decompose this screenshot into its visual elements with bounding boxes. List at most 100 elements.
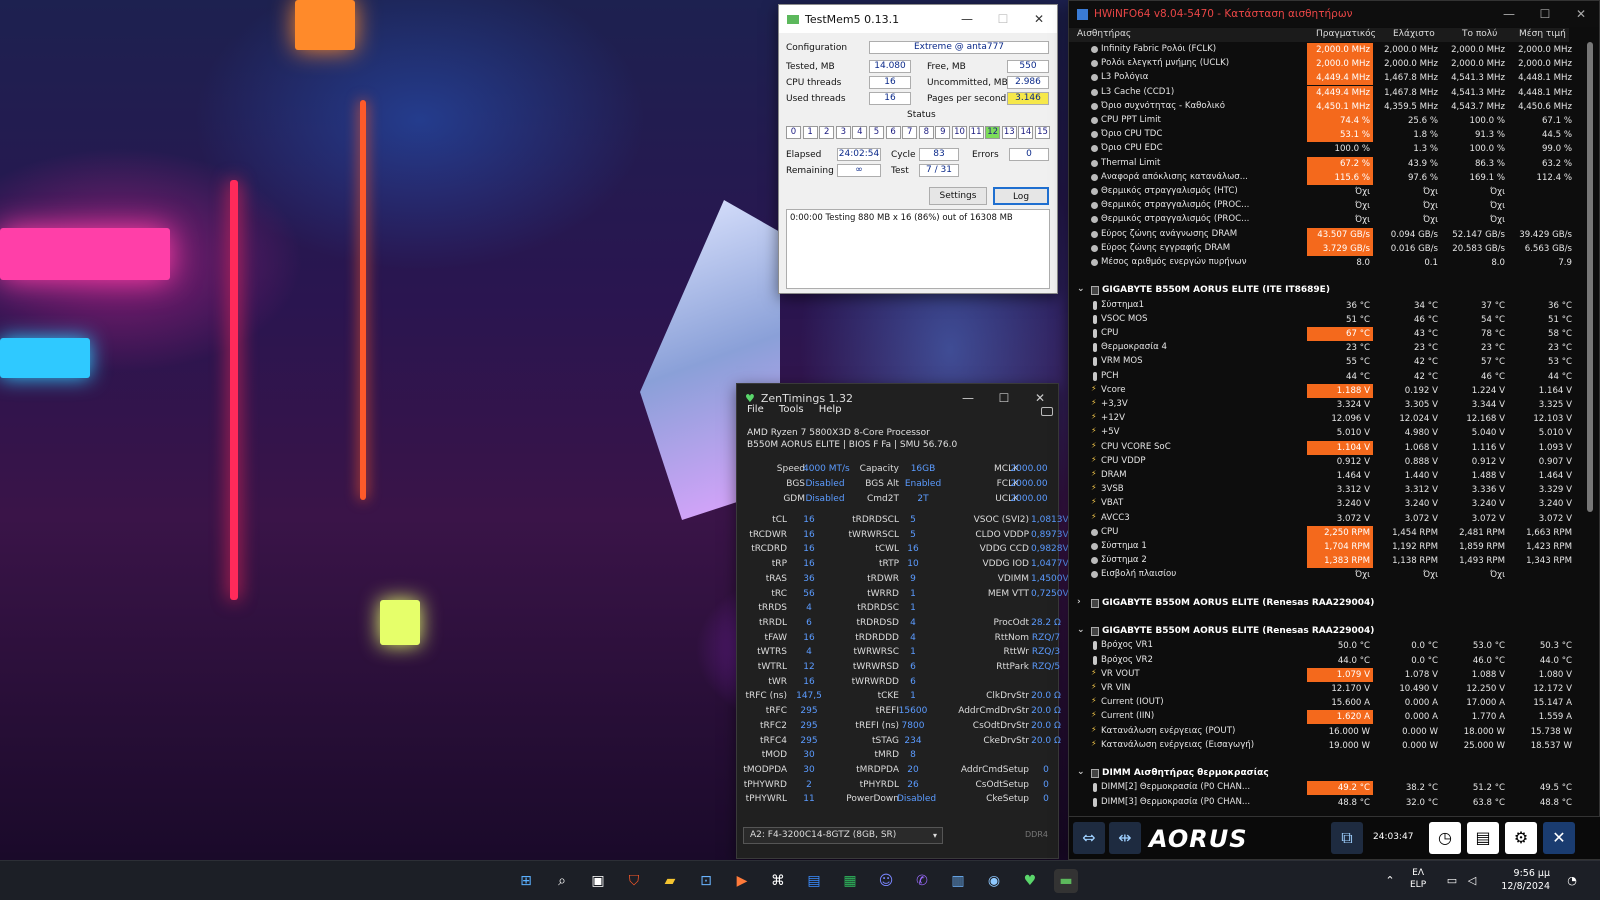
- menu-file[interactable]: File: [747, 404, 764, 415]
- file-explorer-icon[interactable]: ▰: [658, 869, 682, 893]
- hwinfo-titlebar[interactable]: HWiNFO64 v8.04-5470 - Κατάσταση αισθητήρ…: [1069, 1, 1599, 27]
- viber-icon[interactable]: ✆: [910, 869, 934, 893]
- settings-button[interactable]: Settings: [929, 187, 987, 205]
- chevron-up-icon[interactable]: ⌃: [1378, 869, 1402, 893]
- sensor-row[interactable]: Αναφορά απόκλισης κατανάλωσ... 115.6 % 97.…: [1069, 170, 1572, 185]
- clock-display[interactable]: 9:56 μμ 12/8/2024: [1494, 867, 1550, 893]
- sensor-row[interactable]: ⚡ CPU VDDP 0.912 V 0.888 V 0.912 V 0.907 V: [1069, 455, 1572, 469]
- maximize-icon[interactable]: ☐: [985, 5, 1021, 33]
- menu-help[interactable]: Help: [819, 404, 842, 415]
- notes-app-icon[interactable]: ▤: [802, 869, 826, 893]
- chevron-icon[interactable]: ⌄: [1077, 767, 1085, 777]
- task-view-icon[interactable]: ▣: [586, 869, 610, 893]
- discord-icon[interactable]: ☺: [874, 869, 898, 893]
- close-sensors-icon[interactable]: ✕: [1543, 822, 1575, 854]
- dimm-select[interactable]: A2: F4-3200C14-8GTZ (8GB, SR) ▾: [743, 827, 943, 844]
- sensor-row[interactable]: ⚡ AVCC3 3.072 V 3.072 V 3.072 V 3.072 V: [1069, 512, 1572, 526]
- expand-arrows-icon[interactable]: ⇔: [1073, 822, 1105, 854]
- col-min[interactable]: Ελάχιστο: [1393, 29, 1435, 39]
- sensor-row[interactable]: PCH 44 °C 42 °C 46 °C 44 °C: [1069, 370, 1572, 384]
- clock-icon[interactable]: ◷: [1429, 822, 1461, 854]
- minimize-icon[interactable]: —: [949, 5, 985, 33]
- sensor-row[interactable]: Εύρος ζώνης ανάγνωσης DRAM 43.507 GB/s 0.0…: [1069, 227, 1572, 242]
- sensor-row[interactable]: ⚡ Vcore 1.188 V 0.192 V 1.224 V 1.164 V: [1069, 383, 1572, 398]
- chevron-icon[interactable]: ⌄: [1077, 625, 1085, 635]
- sensor-row[interactable]: Εύρος ζώνης εγγραφής DRAM 3.729 GB/s 0.016…: [1069, 241, 1572, 256]
- sensor-row[interactable]: ⚡ Κατανάλωση ενέργειας (Εισαγωγή) 19.000 W…: [1069, 739, 1572, 753]
- game-controller-icon[interactable]: ⌘: [766, 869, 790, 893]
- sensor-row[interactable]: ⚡ Current (IOUT) 15.600 A 0.000 A 17.000 A 15…: [1069, 696, 1572, 710]
- col-avg[interactable]: Μέση τιμή: [1519, 29, 1566, 39]
- screenshot-icon[interactable]: [1041, 407, 1053, 416]
- sensor-row[interactable]: ⚡ VBAT 3.240 V 3.240 V 3.240 V 3.240 V: [1069, 497, 1572, 511]
- sensor-row[interactable]: L3 Ρολόγια 4,449.4 MHz 1,467.8 MHz 4,541.3 …: [1069, 71, 1572, 86]
- chevron-icon[interactable]: ›: [1077, 597, 1081, 607]
- zentimings-taskbar-icon[interactable]: ♥: [1018, 869, 1042, 893]
- log-button[interactable]: Log: [993, 187, 1049, 205]
- log-textarea[interactable]: 0:00:00 Testing 880 MB x 16 (86%) out of…: [786, 209, 1050, 289]
- minimize-icon[interactable]: —: [1491, 1, 1527, 27]
- search-icon[interactable]: ⌕: [550, 869, 574, 893]
- sensor-row[interactable]: CPU 2,250 RPM 1,454 RPM 2,481 RPM 1,663 RPM: [1069, 525, 1572, 540]
- collapse-arrows-icon[interactable]: ⇹: [1109, 822, 1141, 854]
- col-sensor[interactable]: Αισθητήρας: [1077, 29, 1131, 39]
- minimize-icon[interactable]: —: [950, 384, 986, 412]
- network-icon[interactable]: ⧉: [1331, 822, 1363, 854]
- sensor-row[interactable]: Θερμικός στραγγαλισμός (PROC... Όχι Όχι Όχι: [1069, 213, 1569, 227]
- hwinfo-window[interactable]: HWiNFO64 v8.04-5470 - Κατάσταση αισθητήρ…: [1068, 0, 1600, 860]
- notification-bell-icon[interactable]: ◔: [1560, 869, 1584, 893]
- sensor-row[interactable]: Σύστημα1 36 °C 34 °C 37 °C 36 °C: [1069, 299, 1572, 313]
- sensor-row[interactable]: Θερμικός στραγγαλισμός (PROC... Όχι Όχι Όχι: [1069, 199, 1569, 213]
- brave-browser-icon[interactable]: ⛉: [622, 869, 646, 893]
- sensor-row[interactable]: ⚡ Current (IIN) 1.620 A 0.000 A 1.770 A 1.559…: [1069, 710, 1572, 725]
- sensor-row[interactable]: DIMM[2] Θερμοκρασία (P0 CHAN... 49.2 °C 38…: [1069, 781, 1572, 796]
- sensor-row[interactable]: ⚡ 3VSB 3.312 V 3.312 V 3.336 V 3.329 V: [1069, 483, 1572, 497]
- sensor-row[interactable]: ⚡ CPU VCORE SoC 1.104 V 1.068 V 1.116 V 1.093…: [1069, 440, 1572, 455]
- close-icon[interactable]: ✕: [1563, 1, 1599, 27]
- hwinfo-taskbar-icon[interactable]: ▥: [946, 869, 970, 893]
- gear-icon[interactable]: ⚙: [1505, 822, 1537, 854]
- sensor-group[interactable]: ⌄ GIGABYTE B550M AORUS ELITE (ITE IT8689E…: [1069, 284, 1569, 298]
- sensor-group[interactable]: › GIGABYTE B550M AORUS ELITE (Renesas RAA…: [1069, 597, 1569, 611]
- maximize-icon[interactable]: ☐: [986, 384, 1022, 412]
- media-player-icon[interactable]: ▶: [730, 869, 754, 893]
- col-max[interactable]: Το πολύ: [1462, 29, 1497, 39]
- sensor-row[interactable]: Infinity Fabric Ρολόι (FCLK) 2,000.0 MHz 2…: [1069, 43, 1572, 57]
- sensor-row[interactable]: ⚡ VR VIN 12.170 V 10.490 V 12.250 V 12.172 V: [1069, 682, 1572, 696]
- browser-icon[interactable]: ◉: [982, 869, 1006, 893]
- scrollbar[interactable]: [1587, 42, 1593, 512]
- report-icon[interactable]: ▤: [1467, 822, 1499, 854]
- sensor-row[interactable]: Όριο CPU TDC 53.1 % 1.8 % 91.3 % 44.5 %: [1069, 128, 1572, 143]
- sensor-row[interactable]: ⚡ +12V 12.096 V 12.024 V 12.168 V 12.103 V: [1069, 412, 1572, 426]
- sensor-row[interactable]: Θερμικός στραγγαλισμός (HTC) Όχι Όχι Όχι: [1069, 185, 1569, 199]
- sensor-row[interactable]: Βρόχος VR1 50.0 °C 0.0 °C 53.0 °C 50.3 °C: [1069, 639, 1572, 653]
- sensor-row[interactable]: Σύστημα 1 1,704 RPM 1,192 RPM 1,859 RPM 1,42…: [1069, 540, 1572, 554]
- col-current[interactable]: Πραγματικός: [1316, 29, 1376, 39]
- sensor-row[interactable]: Όριο CPU EDC 100.0 % 1.3 % 100.0 % 99.0 %: [1069, 142, 1572, 156]
- store-icon[interactable]: ⊡: [694, 869, 718, 893]
- sensor-row[interactable]: ⚡ DRAM 1.464 V 1.440 V 1.488 V 1.464 V: [1069, 469, 1572, 483]
- windows-start-icon[interactable]: ⊞: [514, 869, 538, 893]
- volume-icon[interactable]: ◁: [1460, 869, 1484, 893]
- testmem-taskbar-icon[interactable]: ▬: [1054, 869, 1078, 893]
- sensor-row[interactable]: L3 Cache (CCD1) 4,449.4 MHz 1,467.8 MHz 4,5…: [1069, 85, 1572, 100]
- sensor-row[interactable]: VRM MOS 55 °C 42 °C 57 °C 53 °C: [1069, 355, 1572, 369]
- sensor-row[interactable]: Μέσος αριθμός ενεργών πυρήνων 8.0 0.1 8.0 7.…: [1069, 256, 1572, 270]
- sensor-group[interactable]: ⌄ DIMM Αισθητήρας θερμοκρασίας: [1069, 767, 1569, 781]
- sensor-row[interactable]: Εισβολή πλαισίου Όχι Όχι Όχι: [1069, 568, 1569, 582]
- zentimings-window[interactable]: ♥ ZenTimings 1.32 — ☐ ✕ File Tools Help …: [736, 383, 1069, 859]
- chevron-icon[interactable]: ⌄: [1077, 284, 1085, 294]
- testmem-titlebar[interactable]: TestMem5 0.13.1 — ☐ ✕: [779, 5, 1057, 33]
- maximize-icon[interactable]: ☐: [1527, 1, 1563, 27]
- testmem-window[interactable]: TestMem5 0.13.1 — ☐ ✕ Configuration Extr…: [778, 4, 1058, 294]
- sensor-row[interactable]: VSOC MOS 51 °C 46 °C 54 °C 51 °C: [1069, 313, 1572, 327]
- language-indicator[interactable]: ΕΛ ELP: [1410, 867, 1426, 891]
- sensor-group[interactable]: ⌄ GIGABYTE B550M AORUS ELITE (Renesas RAA…: [1069, 625, 1569, 639]
- sensor-row[interactable]: CPU PPT Limit 74.4 % 25.6 % 100.0 % 67.1 %: [1069, 114, 1572, 128]
- close-icon[interactable]: ✕: [1021, 5, 1057, 33]
- sensor-row[interactable]: Βρόχος VR2 44.0 °C 0.0 °C 46.0 °C 44.0 °C: [1069, 654, 1572, 668]
- sensor-row[interactable]: Ρολόι ελεγκτή μνήμης (UCLK) 2,000.0 MHz 2,…: [1069, 57, 1572, 72]
- sensor-row[interactable]: ⚡ +3,3V 3.324 V 3.305 V 3.344 V 3.325 V: [1069, 398, 1572, 412]
- sensor-row[interactable]: ⚡ VR VOUT 1.079 V 1.078 V 1.088 V 1.080 V: [1069, 667, 1572, 682]
- sensor-row[interactable]: DIMM[3] Θερμοκρασία (P0 CHAN... 48.8 °C 32…: [1069, 796, 1572, 810]
